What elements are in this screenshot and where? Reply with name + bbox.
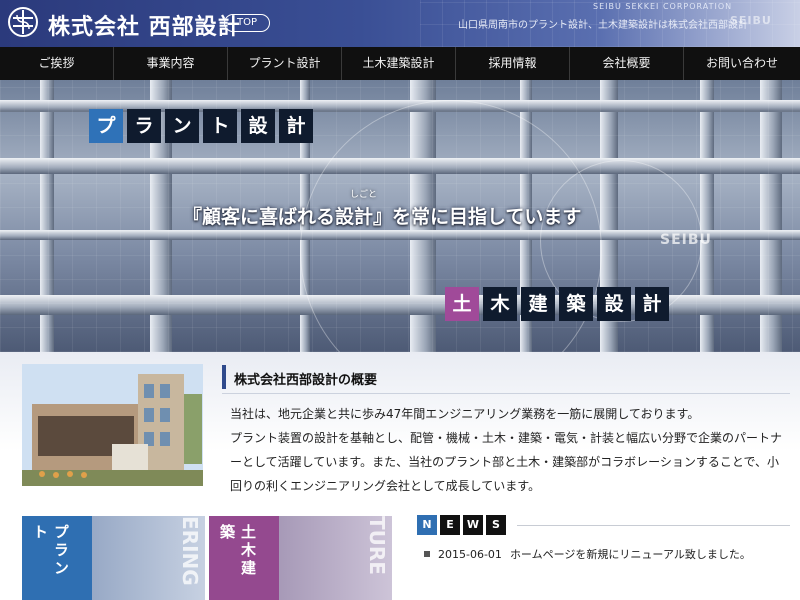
news-bullet-icon	[424, 551, 430, 557]
nav-item-business[interactable]: 事業内容	[114, 47, 228, 80]
about-title: 株式会社西部設計の概要	[234, 373, 378, 388]
civil-tile: 築	[559, 287, 593, 321]
plant-card-watermark: ERING	[178, 516, 202, 586]
building-illustration	[22, 364, 203, 486]
about-title-accent	[222, 365, 226, 389]
news-heading-letter: E	[440, 515, 460, 535]
plant-tile: ラ	[127, 109, 161, 143]
plant-tile: 計	[279, 109, 313, 143]
civil-card-label: 土木建築	[209, 516, 279, 600]
news-date: 2015-06-01	[438, 547, 502, 561]
hero-civil-design-label[interactable]: 土 木 建 築 設 計	[445, 287, 669, 321]
office-building-photo	[22, 364, 203, 486]
company-name[interactable]: 株式会社 西部設計	[48, 9, 241, 41]
news-item[interactable]: 2015-06-01 ホームページを新規にリニューアル致しました。	[424, 546, 751, 562]
civil-tile: 木	[483, 287, 517, 321]
about-paragraph: 当社は、地元企業と共に歩み47年間エンジニアリング業務を一筋に展開しております。	[230, 407, 700, 421]
about-description: 当社は、地元企業と共に歩み47年間エンジニアリング業務を一筋に展開しております。…	[230, 402, 790, 498]
nav-item-civil-design[interactable]: 土木建築設計	[342, 47, 456, 80]
plant-card-label: プラント	[22, 516, 92, 600]
english-company-name: SEIBU SEKKEI CORPORATION	[593, 2, 733, 11]
divider	[517, 525, 790, 526]
news-heading: N E W S	[417, 515, 506, 535]
civil-card-watermark: TURE	[365, 516, 389, 575]
civil-tile: 計	[635, 287, 669, 321]
header-brand-watermark: SEIBU	[730, 14, 772, 27]
civil-tile: 建	[521, 287, 555, 321]
civil-tile: 設	[597, 287, 631, 321]
main-navigation: ご挨拶 事業内容 プラント設計 土木建築設計 採用情報 会社概要 お問い合わせ	[0, 47, 800, 81]
divider	[222, 393, 790, 394]
plant-tile: 設	[241, 109, 275, 143]
top-link-button[interactable]: TOP	[224, 14, 270, 32]
civil-tile: 土	[445, 287, 479, 321]
header-tagline: 山口県周南市のプラント設計、土木建築設計は株式会社西部設計	[458, 20, 748, 31]
hero-catchphrase: 『顧客に喜ばれる設計』を常に目指しています	[183, 206, 582, 228]
news-heading-letter: W	[463, 515, 483, 535]
plant-tile: プ	[89, 109, 123, 143]
news-heading-letter: S	[486, 515, 506, 535]
news-heading-letter: N	[417, 515, 437, 535]
plant-tile: ト	[203, 109, 237, 143]
hero-ruby-text: しごと	[350, 190, 378, 200]
hero-plant-design-label[interactable]: プ ラ ン ト 設 計	[89, 109, 313, 143]
plant-tile: ン	[165, 109, 199, 143]
company-logo-icon[interactable]	[7, 6, 39, 38]
plant-design-card[interactable]: プラント ERING	[22, 516, 205, 600]
nav-item-company[interactable]: 会社概要	[570, 47, 684, 80]
site-header: 株式会社 西部設計 TOP SEIBU SEKKEI CORPORATION 山…	[0, 0, 800, 47]
hero-brand-watermark: SEIBU	[660, 232, 712, 248]
nav-item-plant-design[interactable]: プラント設計	[228, 47, 342, 80]
civil-design-card[interactable]: 土木建築 TURE	[209, 516, 392, 600]
about-paragraph: プラント装置の設計を基軸とし、配管・機械・土木・建築・電気・計装と幅広い分野で企…	[230, 431, 783, 493]
news-text[interactable]: ホームページを新規にリニューアル致しました。	[510, 546, 751, 562]
nav-item-recruit[interactable]: 採用情報	[456, 47, 570, 80]
nav-item-greeting[interactable]: ご挨拶	[0, 47, 114, 80]
nav-item-contact[interactable]: お問い合わせ	[684, 47, 800, 80]
